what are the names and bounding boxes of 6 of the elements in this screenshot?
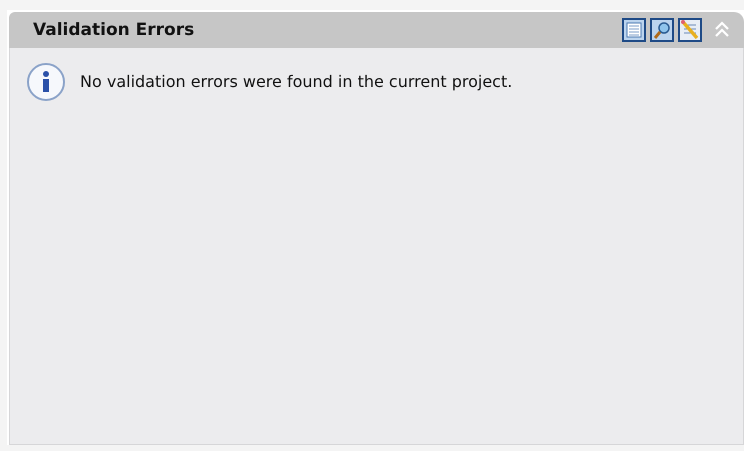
info-icon bbox=[26, 62, 66, 102]
panel-title: Validation Errors bbox=[33, 20, 196, 40]
info-message: No validation errors were found in the current project. bbox=[80, 72, 512, 91]
magnifier-icon[interactable] bbox=[650, 18, 674, 42]
pencil-list-icon[interactable] bbox=[678, 18, 702, 42]
list-icon[interactable] bbox=[622, 18, 646, 42]
